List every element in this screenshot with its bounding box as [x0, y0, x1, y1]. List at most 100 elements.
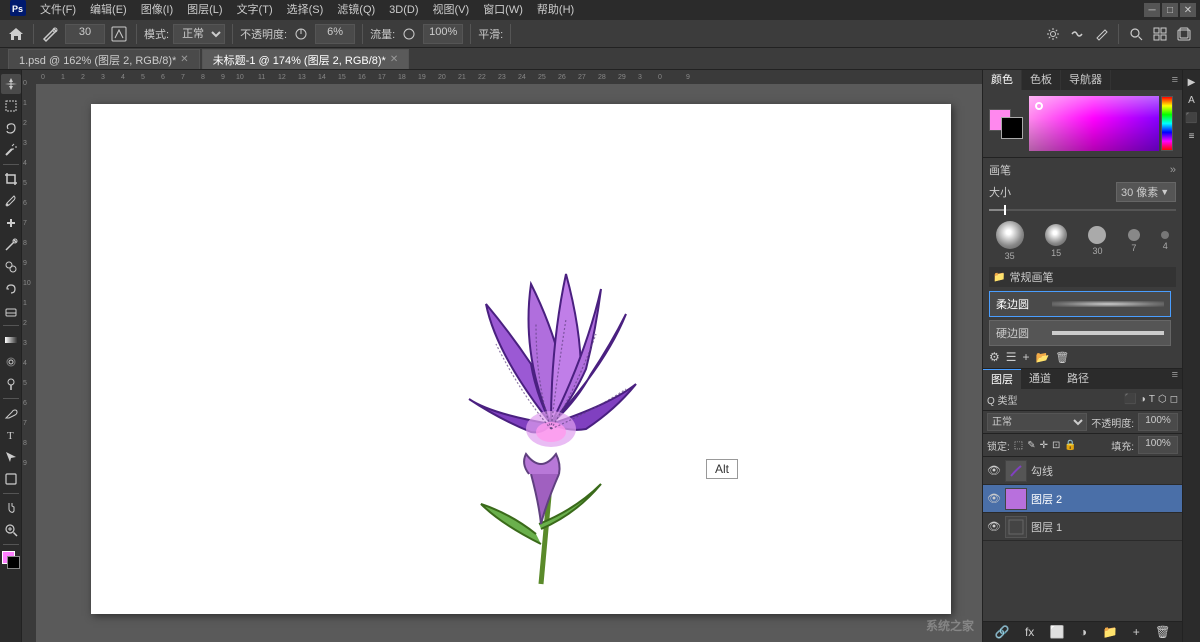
brush-delete-icon[interactable]: 🗑 — [1055, 351, 1069, 364]
gradient-tool[interactable] — [1, 330, 21, 350]
text-tool[interactable]: T — [1, 425, 21, 445]
color-tab[interactable]: 颜色 — [983, 70, 1022, 90]
crop-tool[interactable] — [1, 169, 21, 189]
zoom-tool[interactable] — [1, 520, 21, 540]
lock-paint-icon[interactable]: ✎ — [1027, 440, 1035, 451]
layer-row-2[interactable]: 👁 图层 2 — [983, 485, 1182, 513]
add-mask-btn[interactable]: ⬜ — [1050, 625, 1065, 639]
flow-pressure-icon[interactable] — [399, 24, 419, 44]
window-icon[interactable] — [1174, 24, 1194, 44]
menu-window[interactable]: 窗口(W) — [477, 0, 529, 20]
clone-tool[interactable] — [1, 257, 21, 277]
move-tool[interactable] — [1, 74, 21, 94]
paths-tab[interactable]: 路径 — [1059, 369, 1097, 389]
pen-tool[interactable] — [1, 403, 21, 423]
swatch-tab[interactable]: 色板 — [1022, 70, 1061, 90]
new-adjustment-btn[interactable]: ◑ — [1080, 625, 1087, 639]
restore-btn[interactable]: □ — [1162, 3, 1178, 17]
brush-smooth-icon[interactable] — [1067, 24, 1087, 44]
shape-filter-icon[interactable]: ⬡ — [1158, 394, 1167, 405]
panel-menu-btn[interactable]: ≡ — [1168, 74, 1182, 86]
brush-panel-expand[interactable]: » — [1170, 164, 1176, 176]
settings-icon[interactable] — [1043, 24, 1063, 44]
layer-eye-outline[interactable]: 👁 — [987, 464, 1001, 478]
lock-transparent-icon[interactable]: ⬚ — [1014, 440, 1023, 451]
erase-icon[interactable] — [1091, 24, 1111, 44]
opacity-value[interactable]: 6% — [315, 24, 355, 44]
blur-tool[interactable] — [1, 352, 21, 372]
brush-folder-icon[interactable]: 📂 — [1036, 351, 1050, 364]
brush-size-slider[interactable] — [989, 205, 1176, 215]
tab-file1[interactable]: 1.psd @ 162% (图层 2, RGB/8)* ✕ — [8, 49, 200, 69]
hand-tool[interactable] — [1, 498, 21, 518]
brush-preset-7[interactable] — [1128, 229, 1140, 241]
flow-value[interactable]: 100% — [423, 24, 463, 44]
menu-layer[interactable]: 图层(L) — [181, 0, 228, 20]
layer-eye-1[interactable]: 👁 — [987, 520, 1001, 534]
link-layers-btn[interactable]: 🔗 — [995, 625, 1010, 639]
brush-size-value[interactable]: 30 像素 ▼ — [1116, 182, 1176, 202]
brush-preset-15[interactable] — [1045, 224, 1067, 246]
shape-tool[interactable] — [1, 469, 21, 489]
strip-btn-2[interactable]: A — [1184, 92, 1200, 108]
text-filter-icon[interactable]: T — [1149, 394, 1155, 405]
delete-layer-btn[interactable]: 🗑 — [1155, 625, 1170, 639]
brush-settings-icon[interactable]: ⚙ — [989, 350, 1000, 364]
magic-wand-tool[interactable] — [1, 140, 21, 160]
smart-filter-icon[interactable]: ◻ — [1170, 394, 1178, 405]
layers-tab[interactable]: 图层 — [983, 369, 1021, 389]
fill-value[interactable]: 100% — [1138, 436, 1178, 454]
canvas-container[interactable]: 0 1 2 3 4 5 6 7 8 9 10 11 12 13 14 15 16… — [36, 70, 982, 642]
hue-slider[interactable] — [1161, 96, 1173, 151]
menu-help[interactable]: 帮助(H) — [531, 0, 580, 20]
home-icon[interactable] — [6, 24, 26, 44]
history-tool[interactable] — [1, 279, 21, 299]
opacity-pressure-icon[interactable] — [291, 24, 311, 44]
tab1-close[interactable]: ✕ — [180, 54, 188, 65]
menu-select[interactable]: 选择(S) — [281, 0, 330, 20]
lock-artboard-icon[interactable]: ⊡ — [1052, 440, 1060, 451]
color-spectrum[interactable] — [1029, 96, 1159, 151]
menu-image[interactable]: 图像(I) — [135, 0, 179, 20]
opacity-value[interactable]: 100% — [1138, 413, 1178, 431]
strip-btn-1[interactable]: ▶ — [1184, 74, 1200, 90]
brush-tool-icon[interactable] — [41, 24, 61, 44]
menu-view[interactable]: 视图(V) — [427, 0, 476, 20]
channels-tab[interactable]: 通道 — [1021, 369, 1059, 389]
common-brushes-header[interactable]: 📁 常规画笔 — [989, 267, 1176, 287]
minimize-btn[interactable]: ─ — [1144, 3, 1160, 17]
path-select-tool[interactable] — [1, 447, 21, 467]
brush-preset-30[interactable] — [1088, 226, 1106, 244]
new-layer-btn[interactable]: + — [1133, 625, 1140, 639]
pixel-filter-icon[interactable]: ⬛ — [1124, 394, 1136, 405]
fg-bg-colors[interactable] — [989, 109, 1023, 139]
brush-preset-4[interactable] — [1161, 231, 1169, 239]
lasso-tool[interactable] — [1, 118, 21, 138]
mode-select[interactable]: 正常 — [173, 24, 225, 44]
eraser-tool[interactable] — [1, 301, 21, 321]
healing-tool[interactable] — [1, 213, 21, 233]
layer-row-outline[interactable]: 👁 勾线 — [983, 457, 1182, 485]
soft-brush-preset[interactable]: 柔边圆 — [989, 291, 1171, 317]
marquee-tool[interactable] — [1, 96, 21, 116]
brush-shape-icon[interactable] — [109, 24, 129, 44]
tab-file2[interactable]: 未标题-1 @ 174% (图层 2, RGB/8)* ✕ — [202, 49, 410, 69]
adjustment-filter-icon[interactable]: ◑ — [1140, 394, 1146, 405]
strip-btn-4[interactable]: ≡ — [1184, 128, 1200, 144]
brush-preset-35[interactable] — [996, 221, 1024, 249]
layer-eye-2[interactable]: 👁 — [987, 492, 1001, 506]
menu-text[interactable]: 文字(T) — [231, 0, 279, 20]
lock-all-icon[interactable]: 🔒 — [1064, 440, 1076, 451]
menu-edit[interactable]: 编辑(E) — [84, 0, 133, 20]
brush-list-icon[interactable]: ☰ — [1006, 350, 1017, 364]
background-color[interactable] — [1001, 117, 1023, 139]
menu-ps[interactable]: Ps — [4, 0, 32, 20]
blend-mode-select[interactable]: 正常 — [987, 413, 1087, 431]
strip-btn-3[interactable]: ⬛ — [1184, 110, 1200, 126]
grid-icon[interactable] — [1150, 24, 1170, 44]
close-btn[interactable]: ✕ — [1180, 3, 1196, 17]
navigator-tab[interactable]: 导航器 — [1061, 70, 1111, 90]
fg-bg-color-selector[interactable] — [2, 551, 20, 569]
layers-menu-btn[interactable]: ≡ — [1168, 369, 1182, 389]
search-icon[interactable] — [1126, 24, 1146, 44]
